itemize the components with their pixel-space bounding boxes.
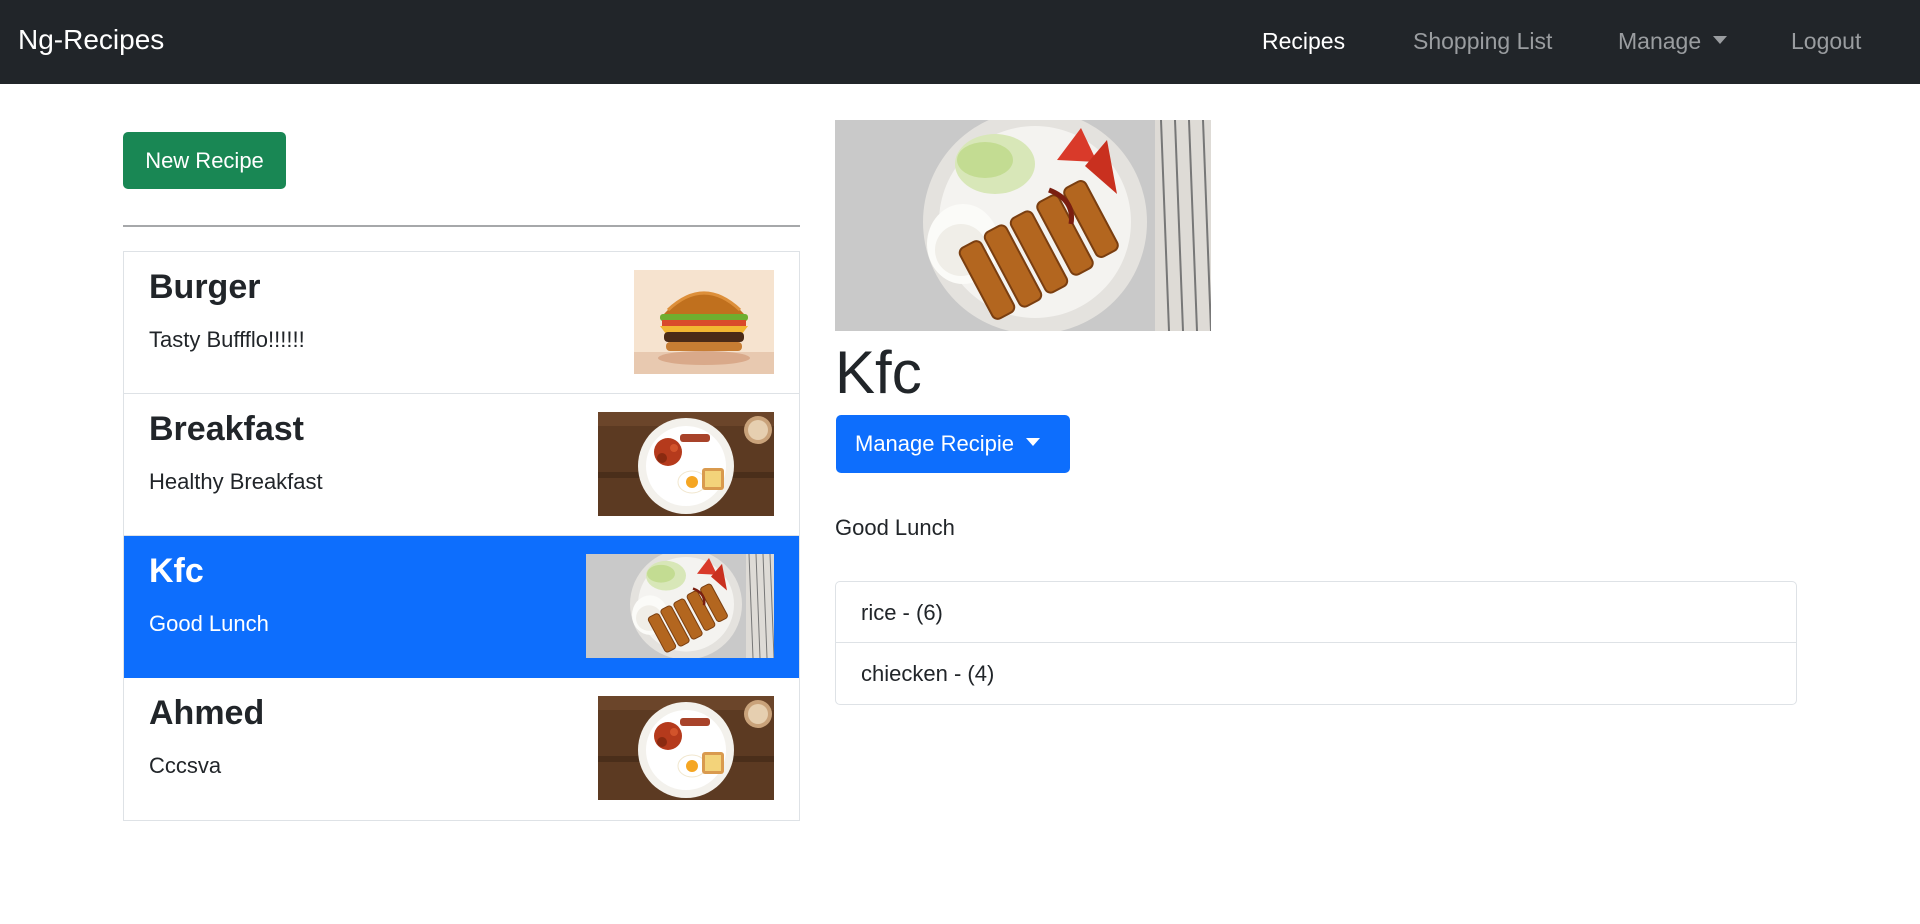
new-recipe-button[interactable]: New Recipe <box>123 132 286 189</box>
nav-logout[interactable]: Logout <box>1791 28 1861 55</box>
recipe-name: Breakfast <box>149 410 304 448</box>
recipe-item-burger[interactable]: Burger Tasty Buffflo!!!!!! <box>124 252 799 394</box>
nav-shopping-list[interactable]: Shopping List <box>1413 28 1552 55</box>
breakfast-image <box>598 412 774 516</box>
recipe-item-ahmed[interactable]: Ahmed Cccsva <box>124 678 799 820</box>
manage-recipe-dropdown[interactable]: Manage Recipie <box>836 415 1070 473</box>
recipe-detail-image <box>835 120 1211 331</box>
recipe-description: Cccsva <box>149 753 222 778</box>
recipe-list: Burger Tasty Buffflo!!!!!! Breakfast Hea… <box>123 251 800 821</box>
breakfast-image <box>598 696 774 800</box>
ingredient-list: rice - (6) chiecken - (4) <box>835 581 1797 705</box>
recipe-name: Kfc <box>149 552 204 590</box>
recipe-title: Kfc <box>835 339 922 406</box>
recipe-name: Burger <box>149 268 261 306</box>
recipe-description: Tasty Buffflo!!!!!! <box>149 327 305 352</box>
nav-manage-dropdown[interactable]: Manage <box>1618 28 1728 55</box>
ingredient-item: rice - (6) <box>836 582 1796 643</box>
recipe-description: Good Lunch <box>149 611 269 636</box>
recipe-description: Healthy Breakfast <box>149 469 323 494</box>
brand-link[interactable]: Ng-Recipes <box>18 24 164 56</box>
recipe-description: Good Lunch <box>835 515 955 540</box>
top-navbar: Ng-Recipes Recipes Shopping List Manage … <box>0 0 1920 84</box>
recipe-name: Ahmed <box>149 694 265 732</box>
nav-manage-label: Manage <box>1618 28 1702 54</box>
recipe-item-kfc[interactable]: Kfc Good Lunch <box>124 536 799 678</box>
nav-recipes[interactable]: Recipes <box>1262 28 1345 55</box>
ingredient-item: chiecken - (4) <box>861 661 995 686</box>
chevron-down-icon <box>1025 438 1040 446</box>
recipe-item-breakfast[interactable]: Breakfast Healthy Breakfast <box>124 394 799 536</box>
manage-recipe-label: Manage Recipie <box>855 431 1014 456</box>
divider <box>123 225 800 227</box>
chevron-down-icon <box>1713 36 1728 44</box>
burger-image <box>634 270 774 374</box>
chicken-cutlet-image <box>586 554 774 658</box>
